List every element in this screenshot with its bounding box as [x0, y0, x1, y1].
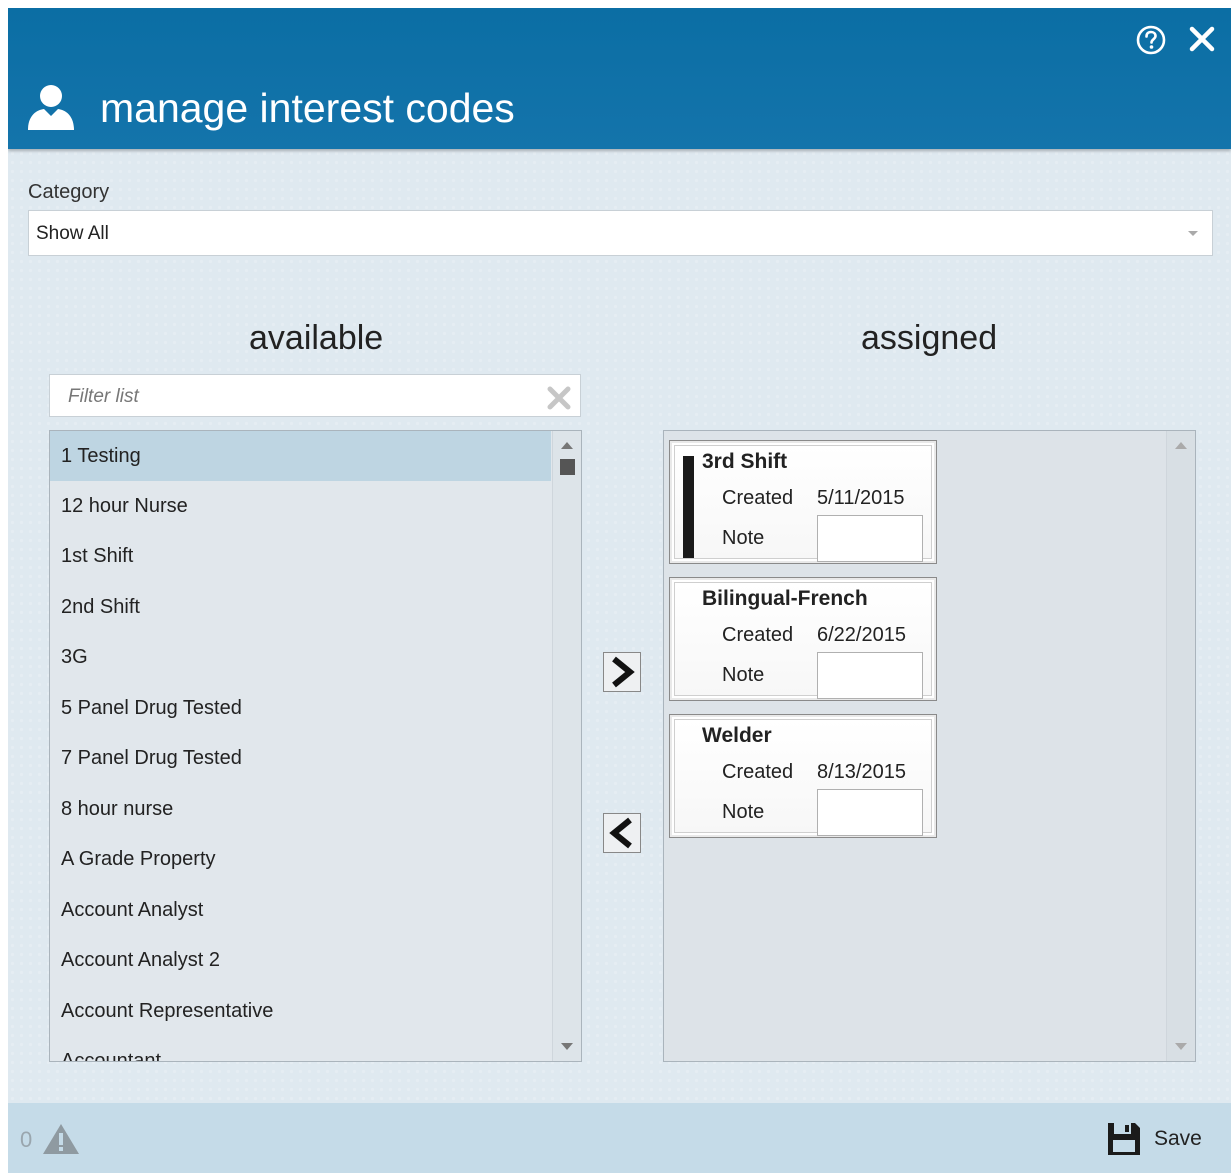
category-selected-value: Show All [36, 223, 109, 244]
list-item[interactable]: 1 Testing [50, 431, 551, 481]
created-label: Created [722, 761, 794, 783]
note-field[interactable] [817, 789, 923, 836]
help-icon[interactable] [1135, 24, 1167, 60]
save-button[interactable]: Save [1105, 1120, 1215, 1160]
card-name: 3rd Shift [702, 450, 788, 473]
chevron-right-icon [612, 656, 635, 688]
list-item[interactable]: 12 hour Nurse [50, 481, 551, 531]
card-body: 3rd Shift Created 5/11/2015 Note [674, 445, 932, 562]
available-title: available [249, 319, 384, 357]
list-item[interactable]: 1st Shift [50, 531, 551, 581]
manage-interest-codes-dialog: manage interest codes Category Show All … [8, 8, 1231, 1173]
scroll-down-icon[interactable] [1175, 1043, 1187, 1050]
card-body: Welder Created 8/13/2015 Note [674, 719, 932, 836]
list-item[interactable]: 2nd Shift [50, 582, 551, 632]
assigned-title: assigned [861, 319, 998, 357]
created-label: Created [722, 624, 794, 646]
created-date: 5/11/2015 [817, 487, 905, 509]
list-item[interactable]: Accountant [50, 1036, 551, 1061]
scroll-thumb[interactable] [560, 459, 575, 475]
category-select[interactable]: Show All [28, 210, 1213, 256]
category-label: Category [28, 181, 110, 203]
scroll-up-icon[interactable] [561, 442, 573, 449]
selected-marker [683, 456, 694, 558]
dialog-footer: 0 Save [8, 1103, 1231, 1173]
note-label: Note [722, 527, 765, 549]
user-icon [22, 84, 82, 138]
assigned-list[interactable]: 3rd Shift Created 5/11/2015 Note Bilingu… [663, 430, 1196, 1062]
list-item[interactable]: Account Analyst 2 [50, 935, 551, 985]
dialog-header: manage interest codes [8, 8, 1231, 149]
note-label: Note [722, 801, 765, 823]
list-item[interactable]: 8 hour nurse [50, 784, 551, 834]
save-label: Save [1154, 1127, 1202, 1150]
warning-count: 0 [20, 1127, 33, 1152]
assigned-card[interactable]: Welder Created 8/13/2015 Note [669, 714, 937, 838]
assigned-card[interactable]: Bilingual-French Created 6/22/2015 Note [669, 577, 937, 701]
created-date: 8/13/2015 [817, 761, 906, 783]
unassign-button[interactable] [603, 813, 641, 853]
note-label: Note [722, 664, 765, 686]
warning-icon[interactable] [41, 1122, 81, 1160]
filter-input[interactable] [66, 385, 530, 409]
list-item[interactable]: Account Analyst [50, 885, 551, 935]
assigned-scrollbar[interactable] [1166, 431, 1195, 1061]
list-item[interactable]: A Grade Property [50, 834, 551, 884]
card-name: Bilingual-French [702, 587, 868, 610]
available-list[interactable]: 1 Testing 12 hour Nurse 1st Shift 2nd Sh… [49, 430, 582, 1062]
scroll-down-icon[interactable] [561, 1043, 573, 1050]
assigned-card[interactable]: 3rd Shift Created 5/11/2015 Note [669, 440, 937, 564]
list-item[interactable]: 7 Panel Drug Tested [50, 733, 551, 783]
list-item[interactable]: Account Representative [50, 986, 551, 1036]
card-name: Welder [702, 724, 772, 747]
filter-box [49, 374, 581, 417]
available-scrollbar[interactable] [552, 431, 581, 1061]
dialog-title: manage interest codes [100, 85, 515, 131]
dropdown-arrow-icon [1188, 231, 1198, 236]
list-item[interactable]: 3G [50, 632, 551, 682]
assign-button[interactable] [603, 652, 641, 692]
clear-filter-icon[interactable] [546, 385, 572, 415]
chevron-left-icon [609, 817, 632, 849]
card-body: Bilingual-French Created 6/22/2015 Note [674, 582, 932, 699]
note-field[interactable] [817, 652, 923, 699]
created-date: 6/22/2015 [817, 624, 906, 646]
created-label: Created [722, 487, 794, 509]
note-field[interactable] [817, 515, 923, 562]
scroll-up-icon[interactable] [1175, 442, 1187, 449]
list-item[interactable]: 5 Panel Drug Tested [50, 683, 551, 733]
save-icon [1105, 1120, 1143, 1162]
close-icon[interactable] [1188, 25, 1216, 57]
